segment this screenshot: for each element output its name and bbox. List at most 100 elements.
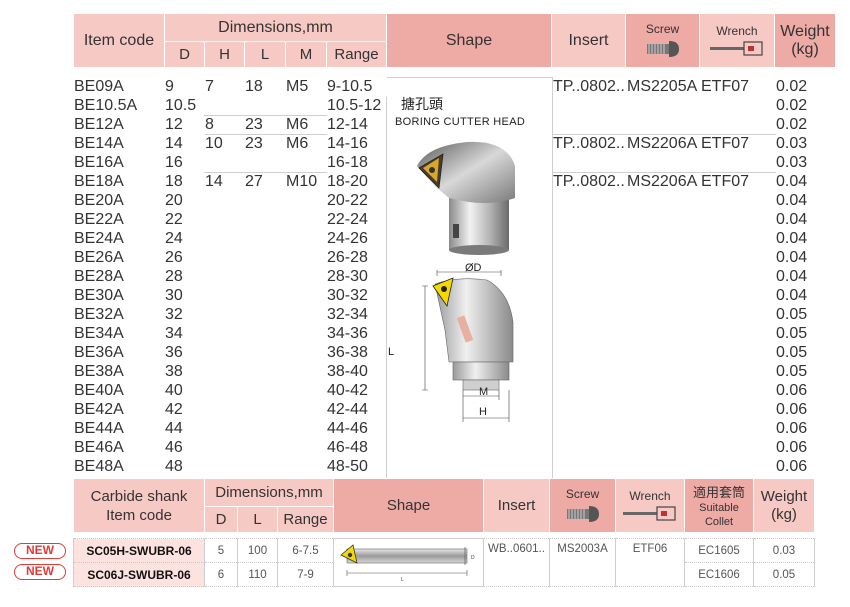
wrench-icon — [623, 505, 676, 521]
row2-collet: EC1606 — [684, 562, 754, 587]
header-weight: Weight (kg) — [774, 13, 836, 68]
row-d: 10.5 — [164, 96, 205, 116]
row-range: 18-20 — [326, 172, 387, 192]
header-dim-m: M — [285, 41, 327, 68]
row-d: 16 — [164, 153, 205, 173]
shank-d-label: D — [471, 555, 475, 561]
header-item-code: Item code — [73, 13, 165, 68]
row-weight: 0.03 — [775, 134, 837, 154]
row-code: BE36A — [73, 343, 165, 363]
row-m: M10 — [285, 172, 327, 496]
row-m: M6 — [285, 134, 327, 173]
l-label: L — [388, 346, 395, 358]
carbide-shank-diagram: L D — [339, 544, 475, 583]
row-screw: MS2206A — [626, 172, 701, 496]
row-code: BE18A — [73, 172, 165, 192]
boring-head-diagram — [422, 270, 514, 422]
row-range: 42-44 — [326, 400, 387, 420]
row-range: 22-24 — [326, 210, 387, 230]
row-range: 44-46 — [326, 419, 387, 439]
row2-range: 6-7.5 — [277, 538, 334, 563]
row-code: BE12A — [73, 115, 165, 135]
header-shape: Shape — [386, 13, 552, 68]
row-h: 7 — [204, 77, 245, 116]
row-code: BE44A — [73, 419, 165, 439]
row-weight: 0.06 — [775, 381, 837, 401]
row-d: 30 — [164, 286, 205, 306]
row-range: 16-18 — [326, 153, 387, 173]
shape-title-cn: 搪孔頭 — [401, 96, 443, 112]
row-d: 28 — [164, 267, 205, 287]
row-l: 18 — [244, 77, 286, 116]
row2-range: 7-9 — [277, 562, 334, 587]
row-range: 26-28 — [326, 248, 387, 268]
table-row: SC05H-SWUBR-06 5 100 6-7.5 L D WB..0601.… — [73, 538, 815, 587]
boring-head-table-body: BE09A 9 7 18 M5 9-10.5 搪孔頭 BORING CUTTER HEAD — [73, 77, 837, 496]
row-screw: MS2205A — [626, 77, 701, 135]
row-d: 42 — [164, 400, 205, 420]
row-weight: 0.03 — [775, 153, 837, 173]
row-range: 24-26 — [326, 229, 387, 249]
row2-collet: EC1605 — [684, 538, 754, 563]
row-weight: 0.06 — [775, 419, 837, 439]
row-range: 10.5-12 — [326, 96, 387, 116]
row-range: 12-14 — [326, 115, 387, 135]
header2-wrench: Wrench — [615, 478, 685, 533]
header-dim-l: L — [244, 41, 286, 68]
row-l: 23 — [244, 134, 286, 173]
row-code: BE16A — [73, 153, 165, 173]
row-weight: 0.05 — [775, 343, 837, 363]
row-weight: 0.04 — [775, 229, 837, 249]
row-d: 26 — [164, 248, 205, 268]
new-badge: NEW — [14, 543, 66, 559]
row-d: 24 — [164, 229, 205, 249]
row-code: BE28A — [73, 267, 165, 287]
row-d: 22 — [164, 210, 205, 230]
row-range: 9-10.5 — [326, 77, 387, 97]
row-range: 14-16 — [326, 134, 387, 154]
header2-screw: Screw — [549, 478, 616, 533]
row-range: 34-36 — [326, 324, 387, 344]
row-weight: 0.04 — [775, 172, 837, 192]
boring-head-photo — [417, 141, 515, 255]
row-d: 32 — [164, 305, 205, 325]
header2-dim-d: D — [204, 506, 238, 533]
row-d: 40 — [164, 381, 205, 401]
row-weight: 0.02 — [775, 77, 837, 97]
row-weight: 0.05 — [775, 305, 837, 325]
row2-screw: MS2003A — [549, 538, 616, 587]
row-code: BE46A — [73, 438, 165, 458]
header-wrench-label: Wrench — [716, 23, 758, 38]
header2-dim-range: Range — [277, 506, 334, 533]
shape-cell: 搪孔頭 BORING CUTTER HEAD ØD L M H — [386, 77, 553, 496]
shape-title-en: BORING CUTTER HEAD — [395, 116, 526, 128]
row2-code: SC05H-SWUBR-06 — [73, 538, 205, 563]
header2-dimensions: Dimensions,mm — [204, 478, 334, 507]
row-code: BE32A — [73, 305, 165, 325]
row-weight: 0.05 — [775, 362, 837, 382]
row-range: 40-42 — [326, 381, 387, 401]
shank-l-label: L — [401, 577, 404, 583]
row-code: BE14A — [73, 134, 165, 154]
row-m: M5 — [285, 77, 327, 116]
row-range: 30-32 — [326, 286, 387, 306]
row2-l: 100 — [237, 538, 278, 563]
row-d: 44 — [164, 419, 205, 439]
carbide-shank-table: Carbide shank Item code Dimensions,mm Sh… — [73, 478, 815, 587]
row-range: 46-48 — [326, 438, 387, 458]
row-h: 10 — [204, 134, 245, 173]
row-m: M6 — [285, 115, 327, 135]
row-l: 27 — [244, 172, 286, 496]
header2-collet-cn: 適用套筒 — [692, 485, 745, 500]
row-l: 23 — [244, 115, 286, 135]
header-dimensions: Dimensions,mm — [164, 13, 387, 42]
header-dim-h: H — [204, 41, 245, 68]
row-code: BE30A — [73, 286, 165, 306]
row-d: 12 — [164, 115, 205, 135]
row2-wrench: ETF06 — [615, 538, 685, 587]
row-d: 46 — [164, 438, 205, 458]
row-weight: 0.05 — [775, 324, 837, 344]
wrench-icon — [710, 40, 763, 56]
row-wrench: ETF07 — [700, 77, 776, 135]
row2-d: 6 — [204, 562, 238, 587]
